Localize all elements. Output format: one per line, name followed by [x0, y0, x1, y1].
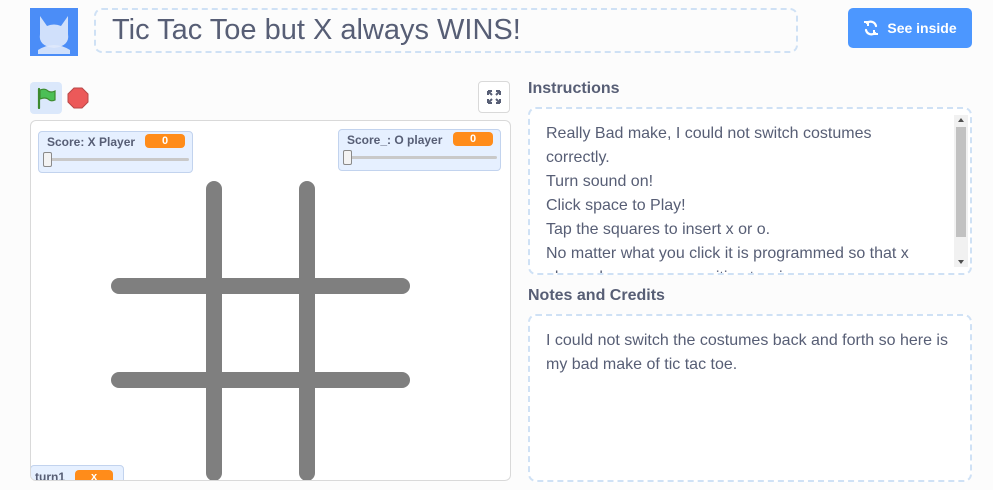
- monitor-value: 0: [453, 132, 493, 146]
- scrollbar[interactable]: [954, 115, 968, 267]
- monitor-score-x: Score: X Player 0: [38, 131, 193, 173]
- grid-line-vertical: [299, 181, 315, 480]
- monitor-value: 0: [145, 134, 185, 148]
- text-line: Tap the squares to insert x or o.: [546, 221, 771, 238]
- stop-sign-icon: [67, 87, 89, 109]
- fullscreen-icon: [487, 90, 501, 104]
- grid-line-vertical: [206, 181, 222, 480]
- see-inside-button[interactable]: See inside: [848, 8, 972, 48]
- text-line: correctly.: [546, 149, 610, 166]
- fullscreen-button[interactable]: [478, 81, 510, 113]
- green-flag-button[interactable]: [30, 82, 62, 114]
- monitor-label: Score: X Player: [47, 135, 136, 149]
- instructions-heading: Instructions: [528, 80, 620, 97]
- text-line: Really Bad make, I could not switch cost…: [546, 125, 872, 142]
- green-flag-icon: [37, 87, 56, 109]
- monitor-value: x: [75, 470, 113, 480]
- instructions-box[interactable]: Really Bad make, I could not switch cost…: [528, 107, 972, 275]
- text-line: always keeps same position to win: [546, 266, 946, 273]
- slider-handle[interactable]: [43, 152, 52, 167]
- text-line: my bad make of tic tac toe.: [546, 356, 738, 373]
- monitor-label: Score_: O player: [347, 133, 443, 147]
- see-inside-label: See inside: [887, 20, 957, 36]
- scratch-cat-icon: [38, 16, 70, 54]
- monitor-score-o: Score_: O player 0: [338, 129, 501, 171]
- notes-box[interactable]: I could not switch the costumes back and…: [528, 314, 972, 482]
- project-title-field[interactable]: Tic Tac Toe but X always WINS!: [94, 8, 798, 53]
- remix-arrows-icon: [864, 20, 879, 36]
- text-line: Click space to Play!: [546, 197, 686, 214]
- monitor-label: turn1: [35, 470, 65, 481]
- project-title: Tic Tac Toe but X always WINS!: [112, 14, 521, 46]
- notes-text: I could not switch the costumes back and…: [546, 329, 961, 377]
- scroll-up-icon[interactable]: [954, 115, 968, 125]
- slider-track: [44, 158, 189, 161]
- stage[interactable]: Score: X Player 0 Score_: O player 0 tur…: [30, 120, 511, 481]
- text-line: Turn sound on!: [546, 173, 654, 190]
- stop-button[interactable]: [66, 86, 90, 110]
- text-line: I could not switch the costumes back and…: [546, 332, 948, 349]
- notes-heading: Notes and Credits: [528, 287, 665, 304]
- monitor-turn: turn1 x: [31, 465, 124, 481]
- scroll-down-icon[interactable]: [954, 257, 968, 267]
- instructions-text: Really Bad make, I could not switch cost…: [546, 122, 946, 273]
- text-line: No matter what you click it is programme…: [546, 245, 909, 262]
- grid-line-horizontal: [111, 372, 410, 388]
- slider-track: [344, 156, 497, 159]
- scroll-thumb[interactable]: [956, 127, 966, 237]
- slider-handle[interactable]: [343, 150, 352, 165]
- grid-line-horizontal: [111, 278, 410, 294]
- project-avatar[interactable]: [30, 8, 78, 56]
